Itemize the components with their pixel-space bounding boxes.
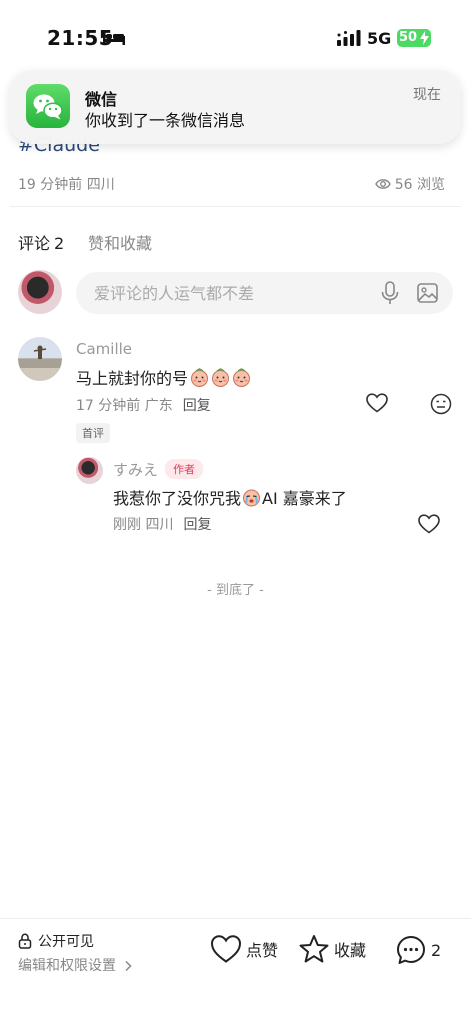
- comment-bubble-icon: [397, 936, 425, 964]
- eye-icon: [374, 179, 391, 189]
- image-icon[interactable]: [417, 283, 438, 303]
- tab-likes-collects[interactable]: 赞和收藏: [88, 230, 152, 254]
- visibility-label: 公开可见: [38, 934, 94, 950]
- view-count: 56 浏览: [374, 174, 445, 194]
- reply-time-location: 刚刚 四川: [113, 517, 174, 533]
- notification-time: 现在: [413, 87, 441, 103]
- comment-time-location: 17 分钟前 广东: [76, 398, 173, 414]
- view-count-label: 56 浏览: [394, 177, 445, 193]
- reply-body-start: 我惹你了没你咒我: [113, 489, 242, 508]
- status-bar: 21:55 5G 50: [0, 0, 471, 72]
- heart-outline-icon: [210, 935, 242, 963]
- collect-button[interactable]: 收藏: [298, 934, 366, 964]
- comment-text: 马上就封你的号: [76, 365, 251, 389]
- neutral-face-icon[interactable]: [430, 393, 452, 415]
- chevron-right-icon: [125, 960, 133, 972]
- comment-stickers: [190, 367, 251, 387]
- reply-author-name[interactable]: すみえ: [113, 459, 158, 480]
- lock-icon: [18, 933, 32, 949]
- comment-body: 马上就封你的号: [76, 369, 189, 388]
- reply-text: 我惹你了没你咒我 AI 嘉豪来了: [113, 485, 347, 509]
- wechat-bubbles-icon: [33, 94, 63, 120]
- heart-icon[interactable]: [366, 393, 388, 413]
- post-time-location: 19 分钟前 四川: [18, 177, 115, 193]
- battery-level: 50: [399, 30, 418, 45]
- end-of-list-marker: - 到底了 -: [207, 583, 264, 598]
- edit-permission-settings-link[interactable]: 编辑和权限设置: [18, 955, 133, 975]
- commenter-name[interactable]: Camille: [76, 340, 132, 358]
- blush-face-sticker-icon: [191, 367, 209, 387]
- like-button[interactable]: 点赞: [210, 934, 278, 964]
- section-divider: [10, 206, 461, 207]
- reply-body-end: AI 嘉豪来了: [262, 489, 347, 508]
- blush-face-sticker-icon: [233, 367, 251, 387]
- collect-label: 收藏: [334, 941, 367, 960]
- comment-meta: 17 分钟前 广东 回复: [76, 395, 211, 415]
- author-badge: 作者: [165, 459, 203, 479]
- microphone-icon[interactable]: [380, 281, 400, 305]
- reply-to-reply-button[interactable]: 回复: [183, 517, 211, 533]
- notification-message: 你收到了一条微信消息: [85, 111, 246, 130]
- wechat-notification-banner[interactable]: 微信 你收到了一条微信消息 现在: [10, 70, 461, 144]
- visibility-setting[interactable]: 公开可见: [18, 931, 94, 951]
- charging-bolt-icon: [420, 31, 429, 45]
- permission-settings-label: 编辑和权限设置: [18, 958, 116, 974]
- sleep-focus-icon: [103, 31, 125, 45]
- star-outline-icon: [299, 935, 329, 963]
- avatar-photo-icon: [33, 345, 47, 359]
- crying-face-sticker-icon: [243, 489, 261, 506]
- first-comment-badge: 首评: [76, 423, 110, 443]
- battery-indicator: 50: [397, 29, 431, 47]
- blush-face-sticker-icon: [212, 367, 230, 387]
- tab-comments[interactable]: 评论 2: [18, 230, 64, 254]
- network-type: 5G: [367, 29, 392, 48]
- bottom-bar-divider: [0, 918, 471, 919]
- wechat-app-icon: [26, 84, 70, 128]
- heart-icon[interactable]: [418, 514, 440, 534]
- reply-author-avatar[interactable]: [76, 457, 103, 484]
- commenter-avatar[interactable]: [18, 337, 62, 381]
- reply-button[interactable]: 回复: [183, 398, 211, 414]
- comment-button[interactable]: 2: [395, 934, 441, 966]
- current-user-avatar: [18, 270, 62, 314]
- reply-meta: 刚刚 四川 回复: [113, 514, 211, 534]
- cellular-signal-icon: [337, 30, 361, 46]
- comment-count: 2: [431, 940, 442, 960]
- like-label: 点赞: [246, 941, 279, 960]
- tab-comments-count: 2: [54, 234, 65, 253]
- tab-comments-label: 评论: [18, 234, 51, 253]
